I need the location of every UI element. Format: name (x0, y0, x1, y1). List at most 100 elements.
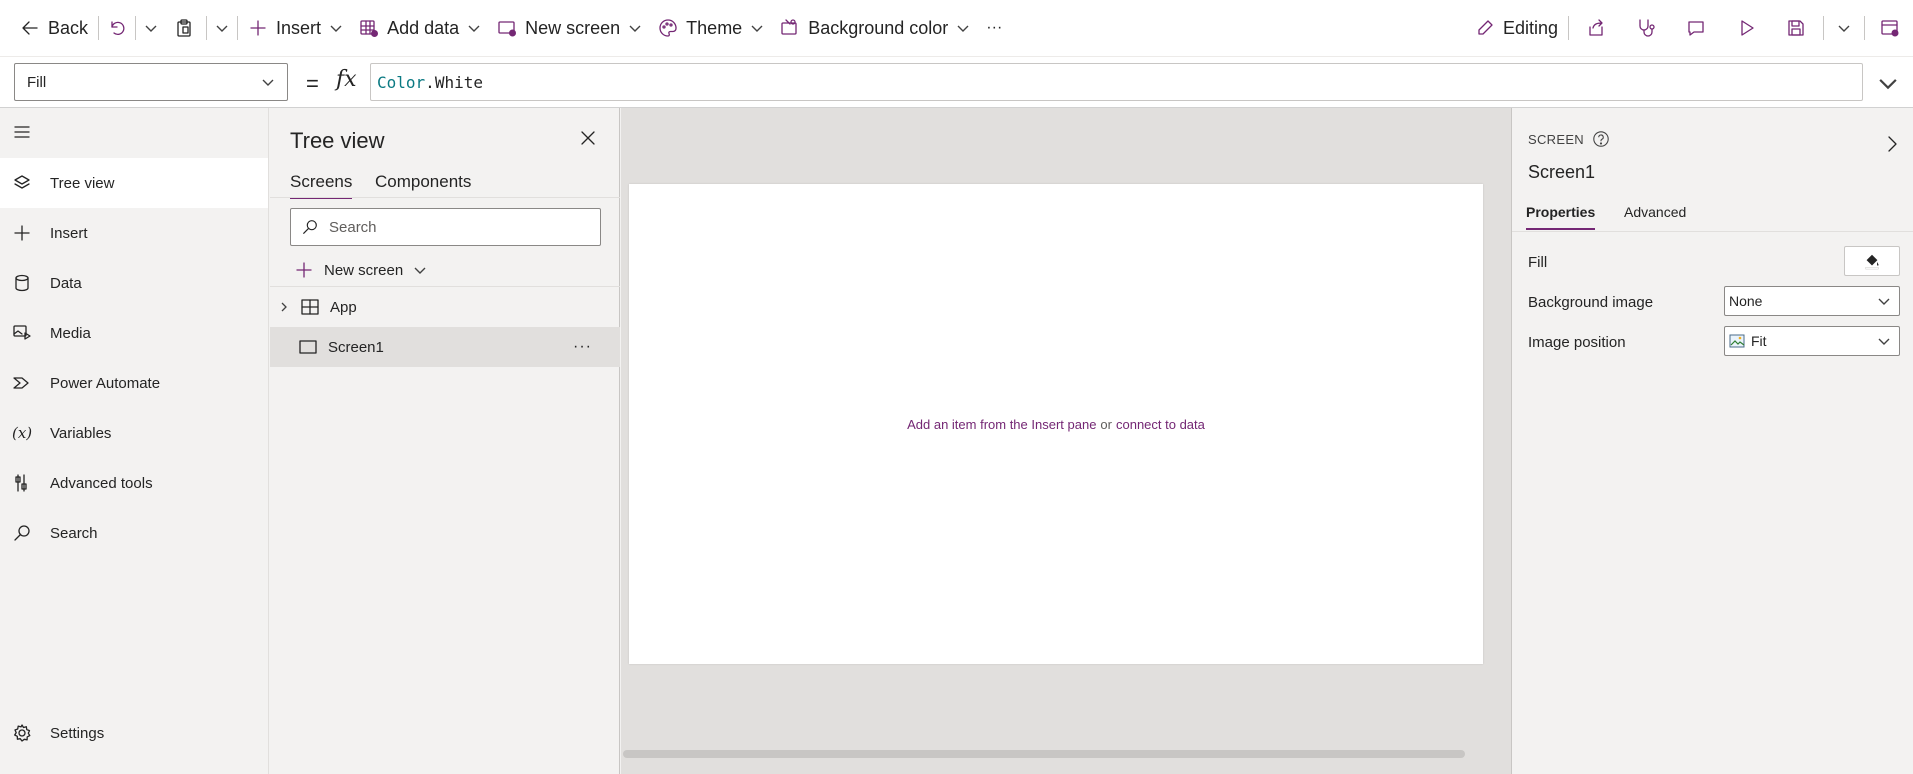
nav-item-power-automate[interactable]: Power Automate (0, 358, 268, 408)
tab-divider (270, 197, 620, 198)
nav-item-advanced-tools[interactable]: Advanced tools (0, 458, 268, 508)
chevron-right-icon (1888, 136, 1897, 152)
comments-button[interactable] (1671, 8, 1721, 48)
close-panel-button[interactable] (578, 128, 602, 152)
paint-bucket-icon (1865, 254, 1879, 270)
app-checker-button[interactable] (1621, 8, 1671, 48)
nav-item-label: Tree view (50, 174, 115, 192)
tree-node-label: Screen1 (328, 338, 384, 356)
nav-item-variables[interactable]: (x) Variables (0, 408, 268, 458)
expand-formula-button[interactable] (1870, 69, 1906, 97)
fill-color-picker[interactable] (1844, 246, 1900, 276)
chevron-down-icon (414, 267, 426, 274)
tab-divider (1512, 231, 1913, 232)
share-button[interactable] (1571, 8, 1621, 48)
background-color-button[interactable]: Background color (772, 8, 978, 48)
paste-button[interactable] (164, 8, 204, 48)
nav-item-search[interactable]: Search (0, 508, 268, 558)
tab-advanced[interactable]: Advanced (1624, 204, 1686, 228)
save-icon (1788, 20, 1804, 36)
canvas-area: Add an item from the Insert pane or conn… (621, 108, 1511, 774)
toolbar-divider (135, 16, 137, 40)
chevron-right-icon[interactable] (278, 301, 290, 313)
plus-icon (14, 225, 30, 241)
save-dropdown[interactable] (1826, 8, 1862, 48)
toolbar-divider (1823, 16, 1824, 40)
chevron-down-icon (1838, 25, 1850, 32)
equals-sign: = (306, 71, 319, 96)
nav-item-media[interactable]: Media (0, 308, 268, 358)
new-screen-button[interactable]: New screen (489, 8, 650, 48)
stethoscope-icon (1639, 19, 1655, 37)
formula-bar: Fill = fx Color. White (0, 56, 1913, 108)
background-image-dropdown[interactable]: None (1724, 286, 1900, 316)
search-icon (303, 220, 317, 234)
more-options-icon[interactable]: ··· (573, 338, 592, 356)
horizontal-scrollbar[interactable] (623, 750, 1465, 758)
new-screen-label: New screen (324, 261, 404, 279)
undo-icon (111, 21, 125, 36)
selected-control-name: Screen1 (1528, 162, 1596, 182)
back-button[interactable]: Back (12, 8, 96, 48)
nav-item-insert[interactable]: Insert (0, 208, 268, 258)
nav-item-tree-view[interactable]: Tree view (0, 158, 268, 208)
undo-dropdown[interactable] (138, 8, 164, 48)
nav-item-label: Power Automate (50, 374, 161, 392)
nav-item-data[interactable]: Data (0, 258, 268, 308)
chevron-down-icon (330, 25, 342, 32)
publish-icon (1881, 20, 1899, 37)
theme-label: Theme (686, 17, 743, 38)
more-commands-button[interactable]: ··· (978, 8, 1010, 48)
tab-screens[interactable]: Screens (290, 172, 353, 199)
arrow-left-icon (22, 21, 38, 35)
formula-token-dot: . (425, 72, 435, 92)
screen-canvas[interactable]: Add an item from the Insert pane or conn… (629, 184, 1483, 664)
toolbar-divider (1864, 16, 1865, 40)
panel-title: Tree view (290, 128, 385, 153)
tree-node-screen1[interactable]: Screen1 ··· (270, 327, 620, 367)
editing-label: Editing (1502, 17, 1558, 38)
tree-search-input[interactable]: Search (290, 208, 601, 246)
search-placeholder: Search (329, 218, 377, 236)
connect-to-data-link[interactable]: connect to data (1116, 417, 1205, 432)
add-data-label: Add data (387, 17, 460, 38)
theme-button[interactable]: Theme (650, 8, 772, 48)
tab-properties[interactable]: Properties (1526, 204, 1596, 230)
new-screen-link[interactable]: New screen (294, 254, 427, 286)
save-button[interactable] (1771, 8, 1821, 48)
paste-dropdown[interactable] (209, 8, 235, 48)
background-color-icon (781, 19, 797, 35)
add-data-button[interactable]: Add data (351, 8, 489, 48)
control-type-label: SCREEN (1528, 131, 1584, 147)
plus-icon (250, 20, 266, 36)
editing-mode-button[interactable]: Editing (1467, 8, 1566, 48)
hamburger-menu-icon[interactable] (12, 122, 36, 146)
publish-button[interactable] (1867, 8, 1913, 48)
image-position-dropdown[interactable]: Fit (1724, 326, 1900, 356)
nav-item-label: Insert (50, 224, 88, 242)
image-position-value: Fit (1751, 333, 1767, 349)
collapse-panel-button[interactable] (1882, 134, 1902, 154)
chevron-down-icon (629, 25, 641, 32)
insert-pane-link[interactable]: Add an item from the Insert pane (907, 417, 1096, 432)
tab-components[interactable]: Components (375, 172, 471, 197)
chevron-down-icon (262, 79, 274, 86)
chevron-down-icon (1879, 79, 1897, 90)
chevron-down-icon (145, 25, 157, 32)
clipboard-icon (177, 19, 191, 37)
nav-item-settings[interactable]: Settings (0, 708, 268, 758)
property-dropdown[interactable]: Fill (14, 63, 288, 101)
insert-button[interactable]: Insert (240, 8, 351, 48)
undo-button[interactable] (101, 8, 133, 48)
preview-button[interactable] (1721, 8, 1771, 48)
database-icon (15, 274, 29, 292)
chevron-down-icon (468, 25, 480, 32)
new-screen-icon (498, 21, 517, 37)
control-type-header: SCREEN (1528, 130, 1610, 148)
help-icon[interactable] (1592, 130, 1610, 148)
fill-label: Fill (1528, 254, 1548, 271)
formula-input[interactable]: Color. White (370, 63, 1863, 101)
tree-node-app[interactable]: App (270, 287, 620, 327)
nav-item-label: Advanced tools (50, 474, 153, 492)
toolbar-divider (98, 16, 100, 40)
